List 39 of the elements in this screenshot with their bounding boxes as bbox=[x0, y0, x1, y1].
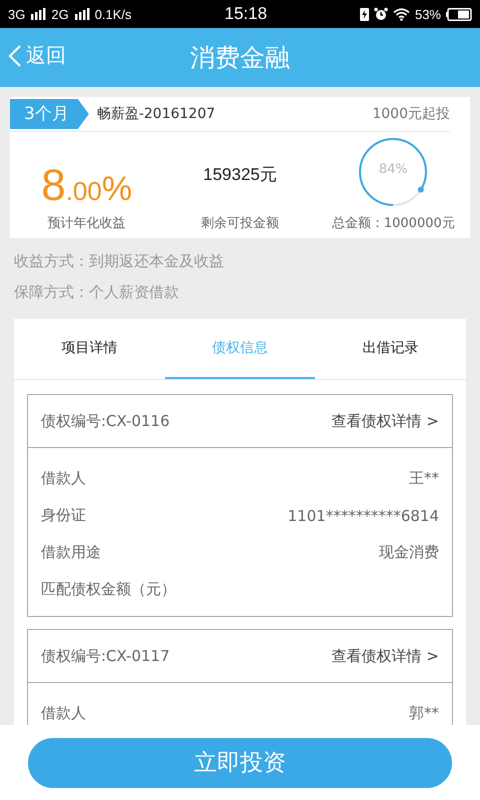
term-tag: 3个月 bbox=[10, 99, 89, 129]
network-type: 3G bbox=[8, 6, 26, 22]
clock: 15:18 bbox=[224, 4, 268, 24]
battery-percent: 53% bbox=[414, 6, 441, 22]
product-name: 畅薪盈-20161207 bbox=[96, 105, 216, 123]
tab[interactable]: 项目详情 bbox=[14, 319, 165, 379]
progress-percent: 84% bbox=[378, 162, 409, 177]
field-label: 身份证 bbox=[41, 506, 86, 525]
signal-icon bbox=[74, 8, 90, 20]
field-label: 借款用途 bbox=[41, 543, 101, 562]
alarm-icon bbox=[374, 7, 388, 21]
remaining-amount: 159325元 bbox=[203, 164, 277, 186]
view-details-link[interactable]: 查看债权详情 > bbox=[332, 646, 439, 666]
debt-code: 债权编号:CX-0117 bbox=[41, 646, 170, 666]
total-amount: 总金额：1000000元 bbox=[332, 215, 455, 232]
field-label: 匹配债权金额（元） bbox=[41, 580, 176, 599]
field-label: 借款人 bbox=[41, 469, 86, 488]
debt-code: 债权编号:CX-0116 bbox=[41, 412, 170, 430]
page-title: 消费金融 bbox=[190, 42, 290, 74]
rate-label: 预计年化收益 bbox=[48, 215, 126, 232]
remaining-label: 剩余可投金额 bbox=[200, 215, 279, 232]
minimum-investment: 1000元起投 bbox=[372, 105, 450, 123]
info-line: 收益方式：到期返还本金及收益 bbox=[14, 252, 225, 271]
signal-icon bbox=[30, 8, 46, 20]
field-value: 郭** bbox=[409, 704, 439, 723]
charging-icon bbox=[360, 8, 369, 20]
field-value: 现金消费 bbox=[379, 543, 439, 562]
view-details-link[interactable]: 查看债权详情 > bbox=[332, 412, 439, 430]
field-value: 王** bbox=[409, 469, 439, 488]
field-label: 借款人 bbox=[41, 704, 86, 723]
back-icon bbox=[8, 44, 22, 68]
network-speed: 0.1K/s bbox=[94, 6, 132, 22]
field-value: 1101**********6814 bbox=[288, 506, 439, 524]
network-type: 2G bbox=[51, 6, 69, 22]
info-line: 保障方式：个人薪资借款 bbox=[14, 283, 180, 302]
tab[interactable]: 出借记录 bbox=[315, 319, 466, 379]
annual-rate: 8.00% bbox=[41, 164, 132, 208]
wifi-icon bbox=[392, 8, 410, 20]
battery-icon bbox=[446, 8, 472, 20]
